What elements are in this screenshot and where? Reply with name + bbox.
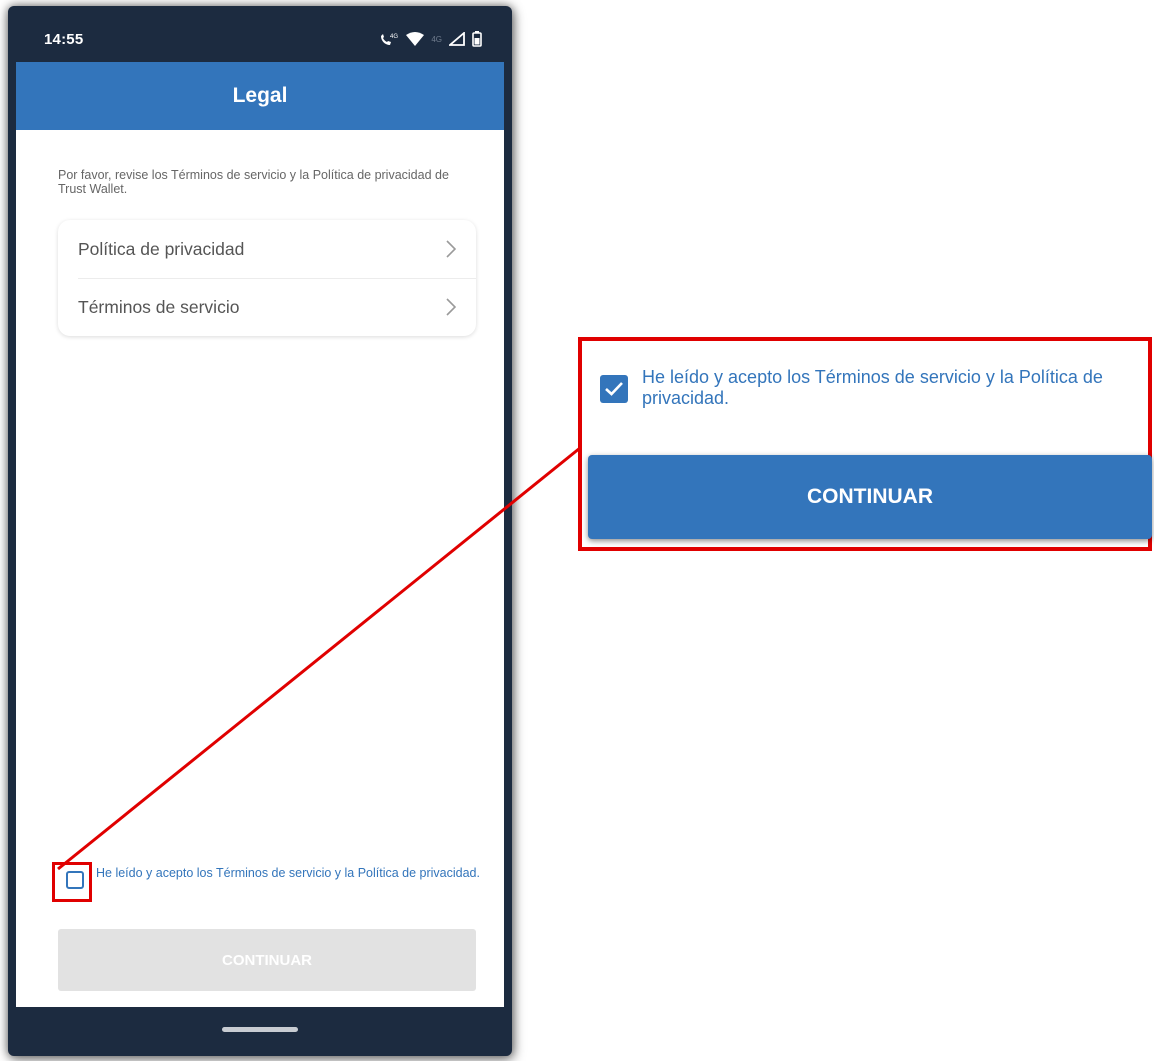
privacy-policy-label: Política de privacidad xyxy=(78,238,245,259)
consent-row: He leído y acepto los Términos de servic… xyxy=(60,864,480,900)
app-bar: Legal xyxy=(16,62,504,130)
zoom-continue-button[interactable]: CONTINUAR xyxy=(588,455,1152,539)
status-bar: 14:55 4G 4G xyxy=(16,16,504,62)
page-title: Legal xyxy=(232,84,288,107)
privacy-policy-link[interactable]: Política de privacidad xyxy=(58,220,476,278)
home-gesture-handle[interactable] xyxy=(222,1027,298,1032)
phone-frame: 14:55 4G 4G Legal Por favor, revise los … xyxy=(8,6,512,1056)
zoom-consent-text: He leído y acepto los Términos de servic… xyxy=(642,367,1103,408)
volte-icon: 4G xyxy=(379,32,399,46)
checkbox-highlight-box xyxy=(52,862,92,902)
signal-icon xyxy=(449,32,465,46)
continue-button[interactable]: CONTINUAR xyxy=(58,929,476,991)
legal-links-card: Política de privacidad Términos de servi… xyxy=(58,220,476,336)
intro-text: Por favor, revise los Términos de servic… xyxy=(58,168,449,196)
phone-screen: 14:55 4G 4G Legal Por favor, revise los … xyxy=(16,16,504,1051)
status-time: 14:55 xyxy=(44,30,84,48)
chevron-right-icon xyxy=(446,298,456,316)
network-label: 4G xyxy=(431,34,442,44)
battery-icon xyxy=(472,31,482,47)
wifi-icon xyxy=(406,32,425,46)
terms-of-service-link[interactable]: Términos de servicio xyxy=(58,278,476,336)
chevron-right-icon xyxy=(446,240,456,258)
svg-text:4G: 4G xyxy=(390,34,398,40)
zoom-consent-checkbox-checked[interactable] xyxy=(600,375,628,403)
zoom-callout: He leído y acepto los Términos de servic… xyxy=(578,337,1152,551)
navigation-bar xyxy=(16,1007,504,1051)
consent-text: He leído y acepto los Términos de servic… xyxy=(96,866,480,880)
status-icons: 4G 4G xyxy=(379,31,482,47)
terms-of-service-label: Términos de servicio xyxy=(78,296,240,317)
checkmark-icon xyxy=(605,382,623,396)
